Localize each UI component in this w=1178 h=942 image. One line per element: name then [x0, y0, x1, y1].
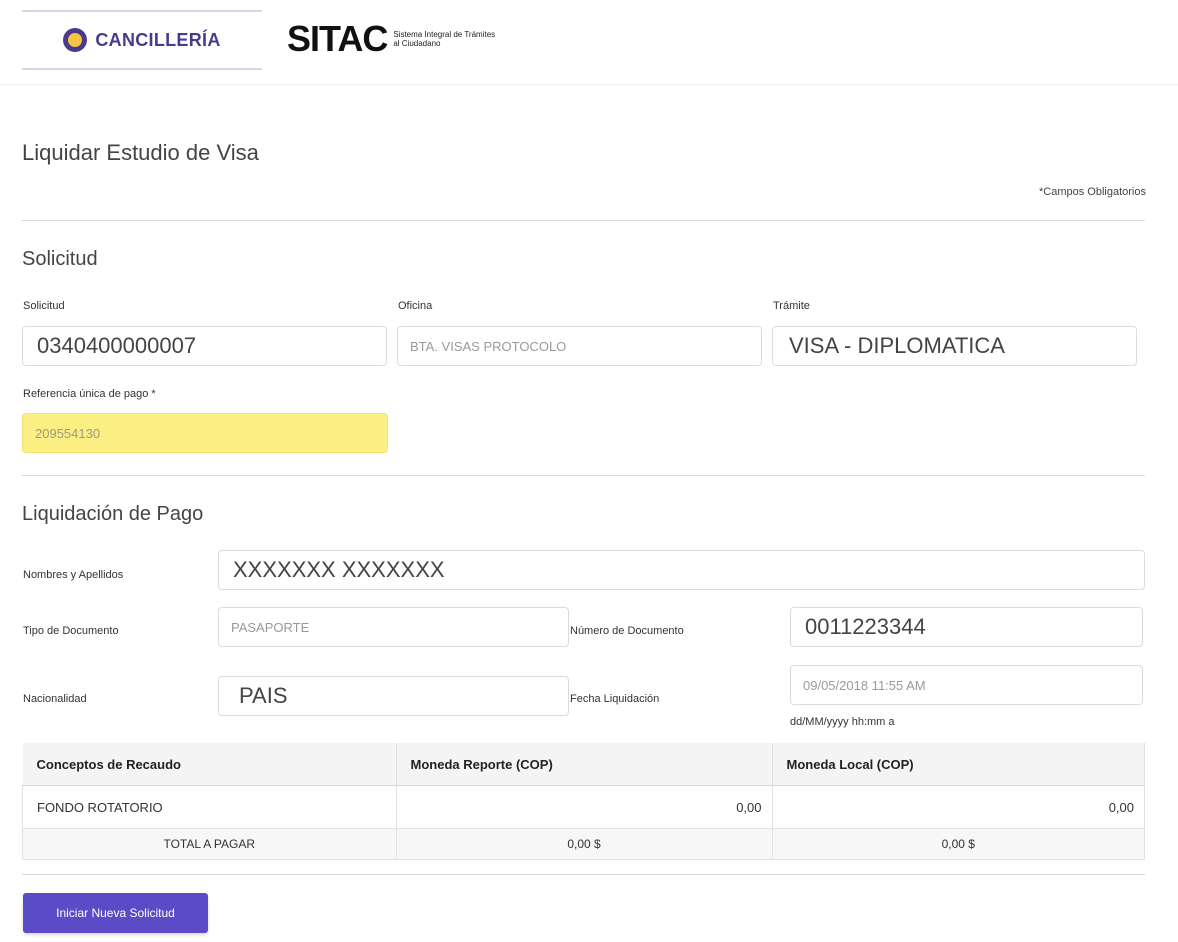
column-header-moneda-local: Moneda Local (COP) — [772, 743, 1145, 786]
app-header: CANCILLERÍA SITAC Sistema Integral de Tr… — [0, 0, 1178, 85]
tipo-documento-field[interactable]: PASAPORTE — [218, 607, 569, 647]
table-header-row: Conceptos de Recaudo Moneda Reporte (COP… — [22, 743, 1145, 786]
section-title-solicitud: Solicitud — [22, 248, 98, 270]
fecha-liquidacion-label: Fecha Liquidación — [570, 693, 660, 705]
tipo-documento-label: Tipo de Documento — [23, 625, 119, 637]
nombres-label: Nombres y Apellidos — [23, 569, 124, 581]
brand-name: CANCILLERÍA — [95, 29, 221, 50]
solicitud-field[interactable]: 0340400000007 — [22, 326, 387, 366]
cell-moneda-local: 0,00 — [771, 785, 1145, 829]
cancilleria-brand[interactable]: CANCILLERÍA — [22, 10, 262, 70]
coat-of-arms-icon — [63, 28, 88, 52]
solicitud-label: Solicitud — [23, 300, 65, 312]
nacionalidad-label: Nacionalidad — [23, 693, 87, 705]
oficina-label: Oficina — [398, 300, 433, 312]
total-row: TOTAL A PAGAR 0,00 $ 0,00 $ — [22, 828, 1145, 860]
nombres-field[interactable]: XXXXXXX XXXXXXX — [218, 550, 1145, 590]
table-row: FONDO ROTATORIO 0,00 0,00 — [22, 785, 1145, 829]
tramite-field[interactable]: VISA - DIPLOMATICA — [772, 326, 1137, 366]
total-moneda-reporte: 0,00 $ — [395, 828, 773, 860]
referencia-label: Referencia única de pago * — [23, 388, 156, 400]
total-moneda-local: 0,00 $ — [771, 828, 1145, 860]
sitac-logo-text: SITAC — [287, 18, 388, 59]
divider — [22, 874, 1145, 875]
concepts-table: Conceptos de Recaudo Moneda Reporte (COP… — [22, 743, 1145, 860]
page-title: Liquidar Estudio de Visa — [22, 140, 259, 165]
sitac-logo[interactable]: SITAC Sistema Integral de Trámites al Ci… — [287, 18, 503, 60]
nacionalidad-field[interactable]: PAIS — [218, 676, 569, 716]
column-header-conceptos: Conceptos de Recaudo — [22, 743, 397, 786]
total-label: TOTAL A PAGAR — [22, 828, 397, 860]
fecha-liquidacion-field[interactable]: 09/05/2018 11:55 AM — [790, 665, 1143, 705]
divider — [22, 475, 1145, 476]
divider — [22, 220, 1145, 221]
sitac-logo-subtitle: Sistema Integral de Trámites al Ciudadan… — [393, 30, 496, 48]
column-header-moneda-reporte: Moneda Reporte (COP) — [396, 743, 773, 786]
tramite-label: Trámite — [773, 300, 810, 312]
cell-moneda-reporte: 0,00 — [395, 785, 773, 829]
numero-documento-label: Número de Documento — [570, 625, 684, 637]
required-fields-note: *Campos Obligatorios — [1039, 186, 1146, 198]
cell-concepto: FONDO ROTATORIO — [22, 785, 397, 829]
section-title-liquidacion: Liquidación de Pago — [22, 503, 204, 525]
oficina-field[interactable]: BTA. VISAS PROTOCOLO — [397, 326, 762, 366]
referencia-field[interactable]: 209554130 — [22, 413, 388, 453]
new-request-button[interactable]: Iniciar Nueva Solicitud — [23, 893, 208, 933]
numero-documento-field[interactable]: 0011223344 — [790, 607, 1143, 647]
date-format-hint: dd/MM/yyyy hh:mm a — [790, 716, 895, 728]
